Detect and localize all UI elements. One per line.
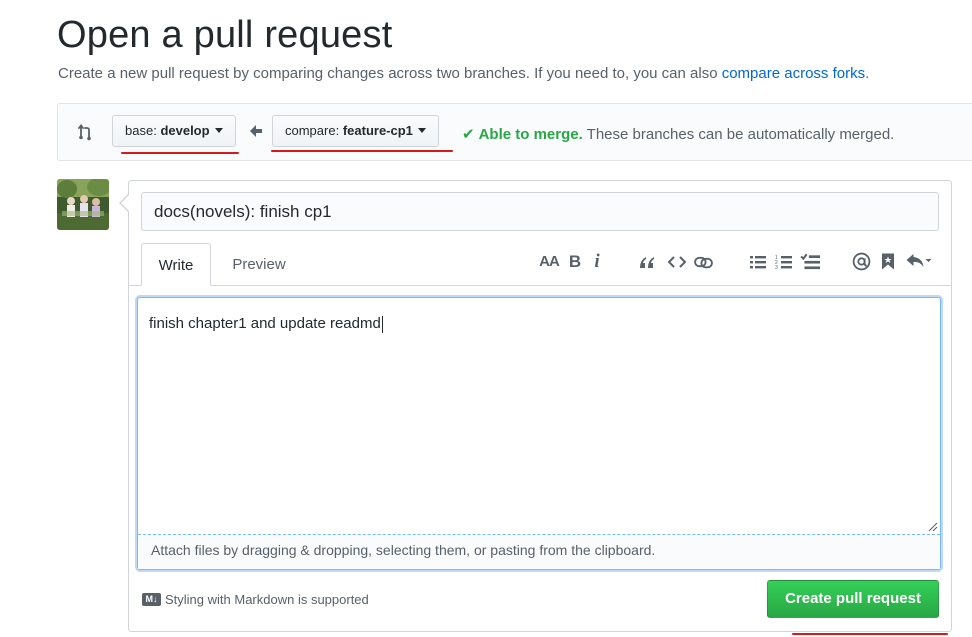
chevron-down-icon (214, 128, 223, 134)
pr-body-textarea[interactable]: finish chapter1 and update readmd Attach… (137, 297, 941, 570)
subtitle-end: . (865, 65, 870, 82)
bookmark-icon[interactable] (881, 252, 895, 271)
annotation-underline-compare (271, 150, 453, 152)
check-icon: ✔ (462, 126, 475, 143)
compare-branch-select[interactable]: compare: feature-cp1 (272, 115, 439, 147)
italic-icon[interactable]: i (590, 251, 604, 273)
form-pointer-fill (121, 195, 129, 211)
file-attach-bar[interactable]: Attach files by dragging & dropping, sel… (138, 534, 940, 569)
create-pull-request-button[interactable]: Create pull request (767, 580, 939, 618)
markdown-note[interactable]: M↓ Styling with Markdown is supported (142, 592, 369, 607)
chevron-down-icon (417, 128, 426, 134)
merge-status: ✔ Able to merge. These branches can be au… (462, 125, 894, 143)
page-title: Open a pull request (57, 14, 393, 56)
pr-title-input[interactable]: docs(novels): finish cp1 (141, 192, 939, 231)
subtitle-text: Create a new pull request by comparing c… (58, 65, 722, 82)
code-icon[interactable] (668, 253, 686, 271)
markdown-note-text: Styling with Markdown is supported (165, 592, 369, 607)
annotation-underline-submit (792, 633, 948, 635)
annotation-underline-base (121, 152, 239, 154)
link-icon[interactable] (694, 253, 713, 271)
text-cursor (381, 315, 383, 333)
page-subtitle: Create a new pull request by comparing c… (58, 65, 869, 82)
task-list-icon[interactable] (800, 253, 820, 271)
reply-icon[interactable] (905, 252, 932, 270)
tab-write[interactable]: Write (141, 243, 211, 286)
pr-body-value: finish chapter1 and update readmd (149, 315, 381, 332)
compare-arrows-icon (78, 124, 91, 141)
compare-branch-name: feature-cp1 (342, 123, 413, 138)
pr-body-text: finish chapter1 and update readmd (149, 315, 383, 333)
base-prefix: base: (125, 123, 157, 138)
compare-prefix: compare: (285, 123, 340, 138)
ordered-list-icon[interactable]: 1 2 3 (775, 253, 793, 271)
compare-across-forks-link[interactable]: compare across forks (722, 65, 865, 82)
user-avatar[interactable] (57, 179, 109, 230)
resize-handle-icon[interactable] (928, 522, 938, 532)
merge-ok-label: Able to merge. (478, 126, 583, 143)
heading-icon[interactable]: AA (538, 251, 560, 273)
mention-icon[interactable] (852, 252, 871, 271)
svg-text:3: 3 (775, 265, 778, 271)
quote-icon[interactable] (638, 253, 656, 271)
arrow-left-icon (250, 125, 262, 137)
unordered-list-icon[interactable] (749, 253, 767, 271)
markdown-icon: M↓ (142, 593, 161, 607)
tab-preview[interactable]: Preview (221, 243, 297, 286)
base-branch-name: develop (160, 123, 210, 138)
bold-icon[interactable]: B (567, 251, 583, 273)
merge-status-text: These branches can be automatically merg… (586, 126, 895, 143)
base-branch-select[interactable]: base: develop (112, 115, 236, 147)
